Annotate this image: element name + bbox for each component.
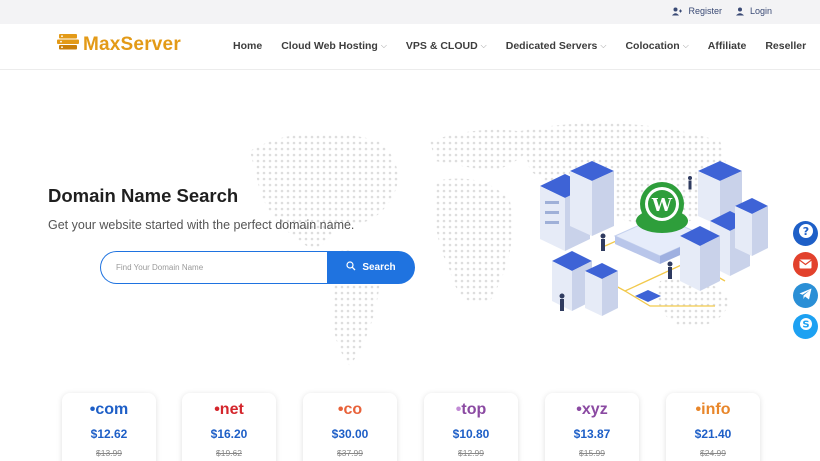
domain-card-info[interactable]: • info $21.40 $24.99 [666,393,760,461]
tld-label: • xyz [576,401,608,418]
domain-price: $12.62 [90,427,128,441]
help-button[interactable]: ? [793,221,818,246]
nav-item-cloud-web-hosting[interactable]: Cloud Web Hosting ⌵ [281,40,387,52]
domain-card-net[interactable]: • net $16.20 $19.62 [182,393,276,461]
chevron-down-icon: ⌵ [682,41,689,50]
email-icon [799,256,812,274]
nav-label: Dedicated Servers [505,40,598,52]
user-icon [735,7,744,16]
domain-price: $16.20 [210,427,248,441]
tld-label: • co [337,401,363,418]
domain-old-price: $12.99 [458,448,484,458]
domain-price: $21.40 [694,427,732,441]
telegram-button[interactable] [793,283,818,308]
chevron-down-icon: ⌵ [600,41,607,50]
domain-old-price: $37.99 [337,448,363,458]
domain-price: $10.80 [452,427,490,441]
nav-label: Home [233,40,263,52]
tld-label: • top [455,401,487,418]
account-links: Register Login [672,6,772,16]
tld-name: com [95,401,129,418]
tld-label: • com [89,401,129,418]
search-button-label: Search [362,262,396,273]
svg-text:S: S [802,320,809,331]
hero-subtitle: Get your website started with the perfec… [48,218,355,232]
tld-label: • info [695,401,731,418]
domain-old-price: $15.99 [579,448,605,458]
domain-card-com[interactable]: • com $12.62 $13.99 [62,393,156,461]
help-icon: ? [798,223,814,244]
domain-old-price: $24.99 [700,448,726,458]
telegram-icon [799,287,812,305]
top-utility-bar: Register Login [0,0,820,24]
skype-icon: S [799,317,813,336]
domain-card-top[interactable]: • top $10.80 $12.99 [424,393,518,461]
search-icon [346,261,356,274]
main-header: MaxServer Home Cloud Web Hosting ⌵ VPS & … [0,24,820,70]
domain-old-price: $13.99 [96,448,122,458]
nav-item-home[interactable]: Home [233,40,262,52]
main-nav: Home Cloud Web Hosting ⌵ VPS & CLOUD ⌵ Ded… [233,40,806,52]
domain-price: $30.00 [331,427,369,441]
domain-search-form: Search [100,251,415,284]
domain-price: $13.87 [573,427,611,441]
domain-search-button[interactable]: Search [327,251,415,284]
hero-section: Domain Name Search Get your website star… [0,71,820,391]
domain-card-xyz[interactable]: • xyz $13.87 $15.99 [545,393,639,461]
chevron-down-icon: ⌵ [380,41,387,50]
user-plus-icon [672,7,683,16]
nav-item-affiliate[interactable]: Affiliate [708,40,747,52]
tld-name: co [343,401,363,418]
nav-label: Reseller [765,40,807,52]
nav-item-colocation[interactable]: Colocation ⌵ [625,40,688,52]
svg-text:?: ? [802,225,808,238]
server-network-illustration: W [540,161,768,316]
domain-old-price: $19.62 [216,448,242,458]
nav-item-reseller[interactable]: Reseller [765,40,806,52]
nav-label: Colocation [625,40,680,52]
domain-card-co[interactable]: • co $30.00 $37.99 [303,393,397,461]
email-button[interactable] [793,252,818,277]
brand-logo[interactable]: MaxServer [56,33,181,56]
domain-search-input[interactable] [100,251,330,284]
brand-name: MaxServer [83,33,181,55]
floating-contact-buttons: ? S [793,221,818,339]
svg-text:W: W [651,195,673,216]
domain-pricing-cards: • com $12.62 $13.99 • net $16.20 $19.62 • c… [0,393,820,461]
tld-label: • net [214,401,244,418]
register-link[interactable]: Register [672,6,722,16]
hero-title: Domain Name Search [48,185,239,206]
chevron-down-icon: ⌵ [480,41,487,50]
nav-label: VPS & CLOUD [405,40,478,52]
nav-item-vps-cloud[interactable]: VPS & CLOUD ⌵ [406,40,487,52]
nav-label: Cloud Web Hosting [281,40,378,52]
nav-label: Affiliate [707,40,747,52]
tld-name: net [219,401,244,418]
login-label: Login [749,6,772,16]
skype-button[interactable]: S [793,314,818,339]
nav-item-dedicated-servers[interactable]: Dedicated Servers ⌵ [506,40,607,52]
register-label: Register [688,6,722,16]
tld-name: info [701,401,731,418]
tld-name: top [461,401,487,418]
tld-name: xyz [581,401,608,418]
server-stack-logo-icon [56,33,80,56]
login-link[interactable]: Login [735,6,772,16]
